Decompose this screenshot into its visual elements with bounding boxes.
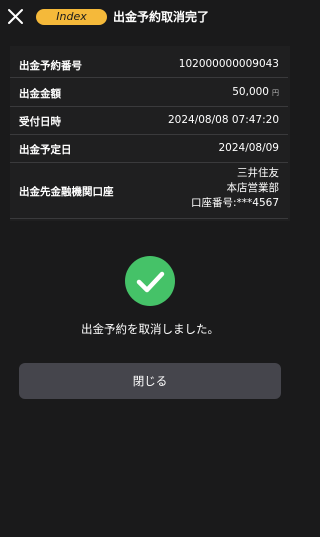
cancel-complete-screen: Index 出金予約取消完了 出金予約番号 102000000009043 出金… <box>0 0 300 537</box>
detail-row-bank-account: 出金先金融機関口座 三井住友 本店営業部 口座番号:***4567 <box>10 163 288 219</box>
scheduled-date-value: 2024/08/09 <box>218 142 279 154</box>
reservation-number-value: 102000000009043 <box>178 58 279 70</box>
bank-account-value: 三井住友 本店営業部 口座番号:***4567 <box>191 166 279 211</box>
check-circle-icon <box>125 256 175 306</box>
amount-value: 50,000 <box>232 86 269 98</box>
amount-value-group: 50,000 円 <box>232 86 279 98</box>
detail-row-amount: 出金金額 50,000 円 <box>10 78 288 107</box>
page-title: 出金予約取消完了 <box>113 10 210 24</box>
header: Index 出金予約取消完了 <box>0 0 300 34</box>
close-button[interactable]: 閉じる <box>19 363 281 399</box>
bank-name: 三井住友 <box>237 167 279 179</box>
bank-account-label: 出金先金融機関口座 <box>19 186 114 198</box>
detail-row-received-datetime: 受付日時 2024/08/08 07:47:20 <box>10 107 288 135</box>
detail-row-reservation-number: 出金予約番号 102000000009043 <box>10 50 288 78</box>
detail-row-scheduled-date: 出金予定日 2024/08/09 <box>10 135 288 163</box>
branch-name: 本店営業部 <box>226 182 280 194</box>
close-icon[interactable] <box>7 8 24 25</box>
status-message: 出金予約を取消しました。 <box>81 322 219 336</box>
reservation-number-label: 出金予約番号 <box>19 60 82 72</box>
received-datetime-value: 2024/08/08 07:47:20 <box>167 114 279 126</box>
amount-label: 出金金額 <box>19 88 61 100</box>
account-number: 口座番号:***4567 <box>190 197 279 209</box>
amount-unit: 円 <box>272 89 279 97</box>
received-datetime-label: 受付日時 <box>19 116 61 128</box>
scheduled-date-label: 出金予定日 <box>19 144 72 156</box>
index-badge: Index <box>36 9 107 25</box>
